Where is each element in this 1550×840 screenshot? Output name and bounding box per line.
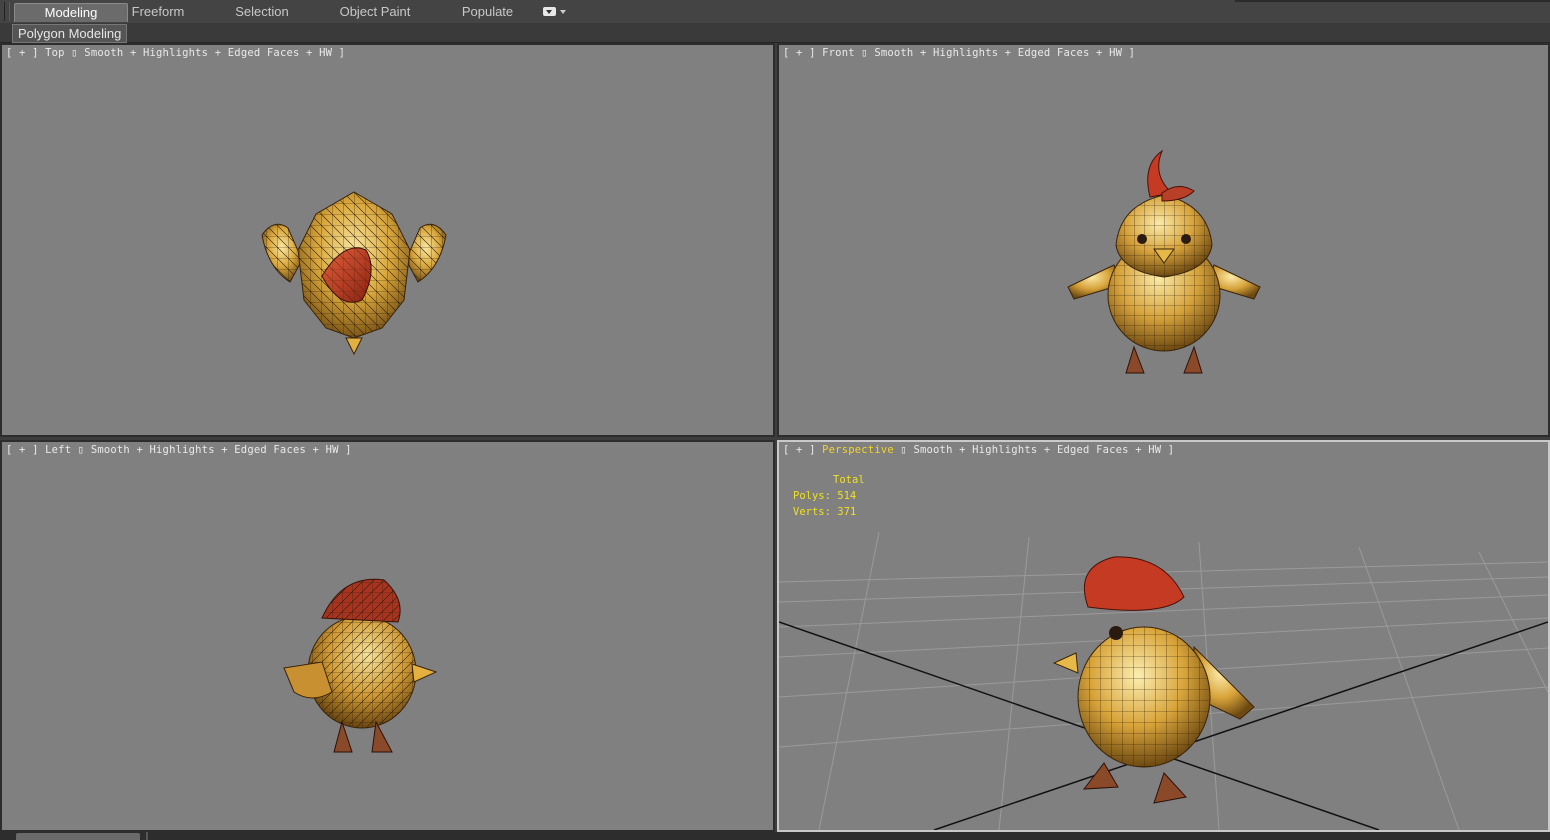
stats-polys: Polys: 514	[793, 488, 865, 504]
stats-overlay: Total Polys: 514 Verts: 371	[793, 472, 865, 520]
ribbon-grip[interactable]	[4, 2, 10, 21]
stats-verts-value: 371	[837, 506, 857, 518]
chick-model-top-view	[261, 191, 447, 356]
time-slider-thumb[interactable]	[16, 833, 140, 840]
stats-verts: Verts: 371	[793, 504, 865, 520]
stats-polys-label: Polys:	[793, 490, 831, 502]
ribbon-tab-bar: Modeling Freeform Selection Object Paint…	[0, 0, 1550, 24]
chick-model-front-view	[1067, 149, 1261, 374]
tab-selection[interactable]: Selection	[214, 3, 310, 21]
tab-freeform[interactable]: Freeform	[110, 3, 206, 21]
grid-axis-line	[779, 621, 1380, 830]
ribbon-options-icon	[543, 7, 556, 16]
viewport-label-perspective[interactable]: [ + ] Perspective ▯ Smooth + Highlights …	[783, 444, 1174, 456]
tab-object-paint[interactable]: Object Paint	[325, 3, 425, 21]
viewport-perspective[interactable]: [ + ] Perspective ▯ Smooth + Highlights …	[777, 440, 1550, 832]
chevron-down-icon	[560, 10, 566, 14]
stats-polys-value: 514	[837, 490, 857, 502]
time-slider-divider	[146, 832, 148, 840]
viewport-top[interactable]: [ + ] Top ▯ Smooth + Highlights + Edged …	[0, 43, 775, 437]
grid-axis-line	[933, 621, 1548, 830]
viewport-front[interactable]: [ + ] Front ▯ Smooth + Highlights + Edge…	[777, 43, 1550, 437]
panel-polygon-modeling[interactable]: Polygon Modeling	[12, 24, 128, 43]
perspective-grid-and-model	[779, 531, 1548, 830]
tab-populate[interactable]: Populate	[440, 3, 535, 21]
chick-model-left-view	[283, 578, 438, 753]
ribbon-options-dropdown[interactable]	[543, 6, 567, 18]
ribbon-top-border	[1235, 0, 1550, 2]
viewport-menu[interactable]: [ + ]	[783, 444, 816, 456]
time-slider[interactable]	[0, 832, 1550, 840]
stats-total-label: Total	[833, 474, 865, 486]
viewport-left[interactable]: [ + ] Left ▯ Smooth + Highlights + Edged…	[0, 440, 775, 832]
viewport-view-name[interactable]: Perspective	[822, 444, 894, 456]
viewport-shading[interactable]: Smooth + Highlights + Edged Faces + HW ]	[913, 444, 1174, 456]
ribbon-panel-bar: Polygon Modeling	[0, 23, 1550, 43]
stats-verts-label: Verts:	[793, 506, 831, 518]
